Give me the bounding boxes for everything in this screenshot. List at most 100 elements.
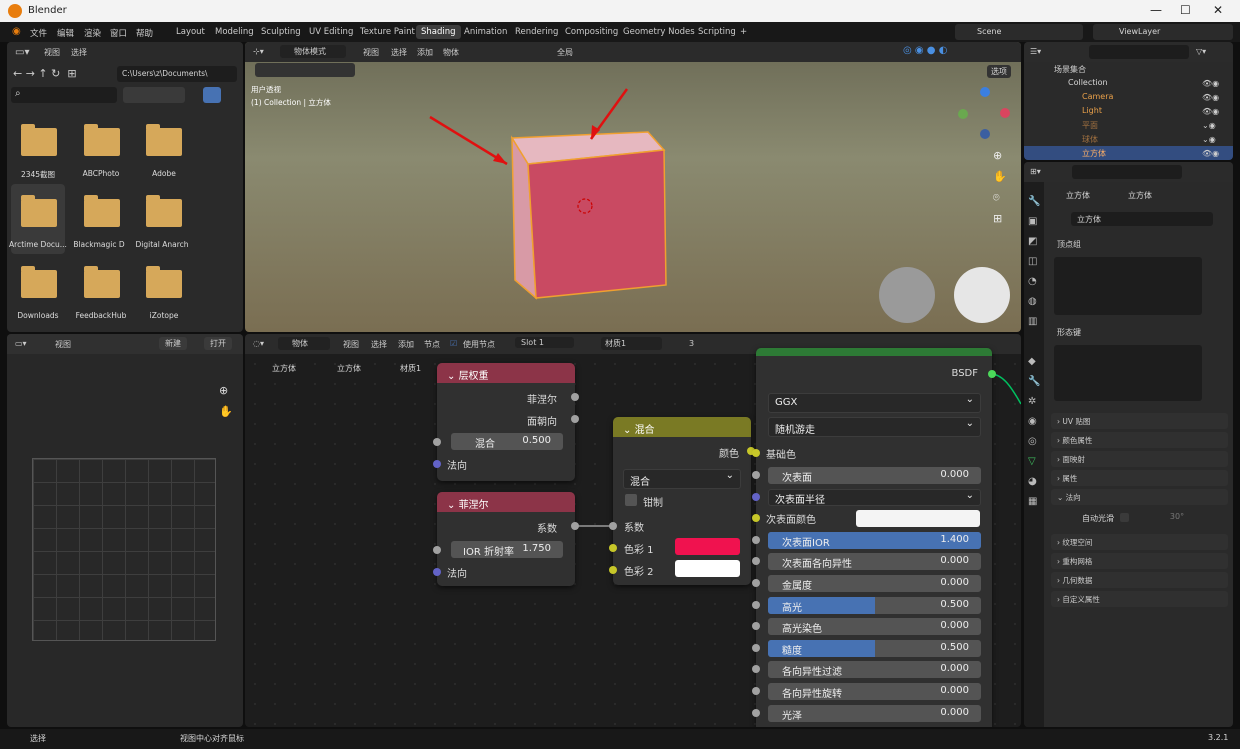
outliner-item-camera[interactable]: Camera [1082,92,1113,101]
folder-icon[interactable] [21,124,57,156]
input-socket[interactable] [752,449,760,457]
menu-window[interactable]: 窗口 [110,27,127,39]
ior-field[interactable]: IOR 折射率 1.750 [451,541,563,558]
menu-edit[interactable]: 编辑 [57,27,74,39]
clamp-checkbox[interactable] [625,494,637,506]
tab-modeling[interactable]: Modeling [215,27,254,37]
input-socket[interactable] [433,460,441,468]
input-socket[interactable] [752,535,760,544]
folder-icon[interactable] [84,266,120,298]
editor-type-icon[interactable]: ⊞▾ [1030,167,1041,176]
bsdf-field[interactable]: 高光 0.500 [768,596,981,614]
input-socket[interactable] [433,438,441,446]
bsdf-field[interactable]: 光泽 0.000 [768,704,981,722]
output-socket[interactable] [571,393,579,401]
nav-arrows-icon[interactable]: ← → ↑ ↻ ⊞ [13,67,77,80]
new-image-button[interactable]: 新建 [159,337,187,350]
bsdf-field[interactable]: 次表面半径 [768,488,981,506]
folder-icon[interactable] [146,266,182,298]
distribution-dropdown[interactable]: GGX [768,393,981,413]
color2-swatch[interactable] [675,560,740,577]
filter-search-input[interactable]: ⌕ [11,87,117,103]
input-socket[interactable] [752,622,760,631]
bsdf-field[interactable]: 各向异性过滤 0.000 [768,661,981,679]
section-normals[interactable]: ⌄ 法向 [1051,489,1228,505]
tab-texture-paint[interactable]: Texture Paint [360,27,415,37]
output-socket[interactable] [571,415,579,423]
section-texture-space[interactable]: › 纹理空间 [1051,534,1228,550]
maximize-button[interactable]: ☐ [1180,3,1191,17]
folder-icon[interactable] [84,195,120,227]
input-socket[interactable] [433,546,441,554]
node-principled-bsdf[interactable]: BSDF GGX 随机游走 基础色 次表面 0.000 次表面半径次表面颜色次表面I… [752,348,996,727]
outliner-item-sphere[interactable]: 球体 [1082,134,1098,145]
output-socket[interactable] [988,370,996,378]
path-field[interactable]: C:\Users\z\Documents\ [117,66,237,82]
tab-scripting[interactable]: Scripting [698,27,736,37]
angle-field[interactable]: 30° [1133,511,1221,524]
open-image-button[interactable]: 打开 [204,337,232,350]
menu-help[interactable]: 帮助 [136,27,153,39]
bsdf-field[interactable]: 次表面各向异性 0.000 [768,553,981,571]
section-color-attributes[interactable]: › 颜色属性 [1051,432,1228,448]
menu-render[interactable]: 渲染 [84,27,101,39]
uv-grid[interactable] [32,458,216,641]
add-workspace-button[interactable]: + [740,27,747,37]
input-socket[interactable] [752,492,760,501]
properties-search-input[interactable] [1072,165,1182,179]
viewport-nav-icons[interactable]: ⊕ ✋ ⌾ ⊞ [993,145,1007,229]
section-remesh[interactable]: › 重构网格 [1051,553,1228,569]
input-socket[interactable] [433,568,441,576]
input-socket[interactable] [752,665,760,674]
editor-type-icon[interactable]: ☰▾ [1030,47,1041,56]
shape-keys-header[interactable]: 形态键 [1057,327,1081,338]
bsdf-field[interactable]: 高光染色 0.000 [768,618,981,636]
outliner-item-plane[interactable]: 平面 [1082,120,1098,131]
tab-uv-editing[interactable]: UV Editing [309,27,353,37]
bsdf-field[interactable]: 次表面IOR 1.400 [768,531,981,549]
node-editor[interactable]: ◌▾ 物体 视图 选择 添加 节点 ☑ 使用节点 Slot 1 材质1 3 立方… [245,334,1021,727]
tab-layout[interactable]: Layout [176,27,205,37]
folder-icon[interactable] [21,195,57,227]
editor-type-icon[interactable]: ▭▾ [15,47,29,58]
menu-file[interactable]: 文件 [30,27,47,39]
zoom-pan-icons[interactable]: ⊕ ✋ [219,380,233,422]
vertex-groups-header[interactable]: 顶点组 [1057,239,1081,250]
bsdf-field[interactable]: 各向异性旋转 0.000 [768,683,981,700]
collapse-icon[interactable]: ⌄ [447,371,459,382]
node-fresnel[interactable]: ⌄ 菲涅尔 系数 IOR 折射率 1.750 法向 [433,492,579,586]
section-attributes[interactable]: › 属性 [1051,470,1228,486]
input-socket[interactable] [752,687,760,695]
bsdf-field[interactable]: 金属度 0.000 [768,575,981,592]
viewlayer-selector[interactable]: ViewLayer [1093,24,1233,40]
tab-sculpting[interactable]: Sculpting [261,27,301,37]
input-socket[interactable] [752,557,760,566]
visibility-icons[interactable]: 👁◉ 👁◉ 👁◉ ⌄◉ ⌄◉ 👁◉ [1202,77,1219,160]
input-socket[interactable] [752,471,760,479]
node-mix[interactable]: ⌄ 混合 颜色 混合 钳制 系数 色彩 1 色彩 2 [609,417,755,585]
tab-compositing[interactable]: Compositing [565,27,618,37]
outliner-item-collection[interactable]: Collection [1068,78,1108,87]
blender-menu-icon[interactable]: ◉ [12,26,21,37]
subsurface-color-swatch[interactable] [856,510,980,528]
mesh-name-field[interactable]: 立方体 [1071,212,1213,226]
editor-type-icon[interactable]: ▭▾ [15,339,27,348]
folder-icon[interactable] [21,266,57,298]
viewport-3d[interactable]: ⊹▾ 物体模式 视图 选择 添加 物体 全局 ◎ ◉ ● ◐ 选项 用户透视 (… [245,42,1021,332]
display-mode-buttons[interactable] [123,87,185,103]
tab-geometry-nodes[interactable]: Geometry Nodes [623,27,695,37]
blend-field[interactable]: 混合 0.500 [451,433,563,450]
ie-menu-view[interactable]: 视图 [55,339,71,350]
bsdf-field[interactable]: 次表面 0.000 [768,467,981,484]
section-custom-properties[interactable]: › 自定义属性 [1051,591,1228,607]
outliner-item-light[interactable]: Light [1082,106,1102,115]
section-face-maps[interactable]: › 面映射 [1051,451,1228,467]
section-geometry-data[interactable]: › 几何数据 [1051,572,1228,588]
folder-icon[interactable] [146,195,182,227]
input-socket[interactable] [609,522,617,530]
fb-menu-view[interactable]: 视图 [44,47,60,58]
folder-icon[interactable] [84,124,120,156]
close-button[interactable]: ✕ [1213,3,1223,17]
subsurface-method-dropdown[interactable]: 随机游走 [768,417,981,437]
section-uv-maps[interactable]: › UV 贴图 [1051,413,1228,429]
